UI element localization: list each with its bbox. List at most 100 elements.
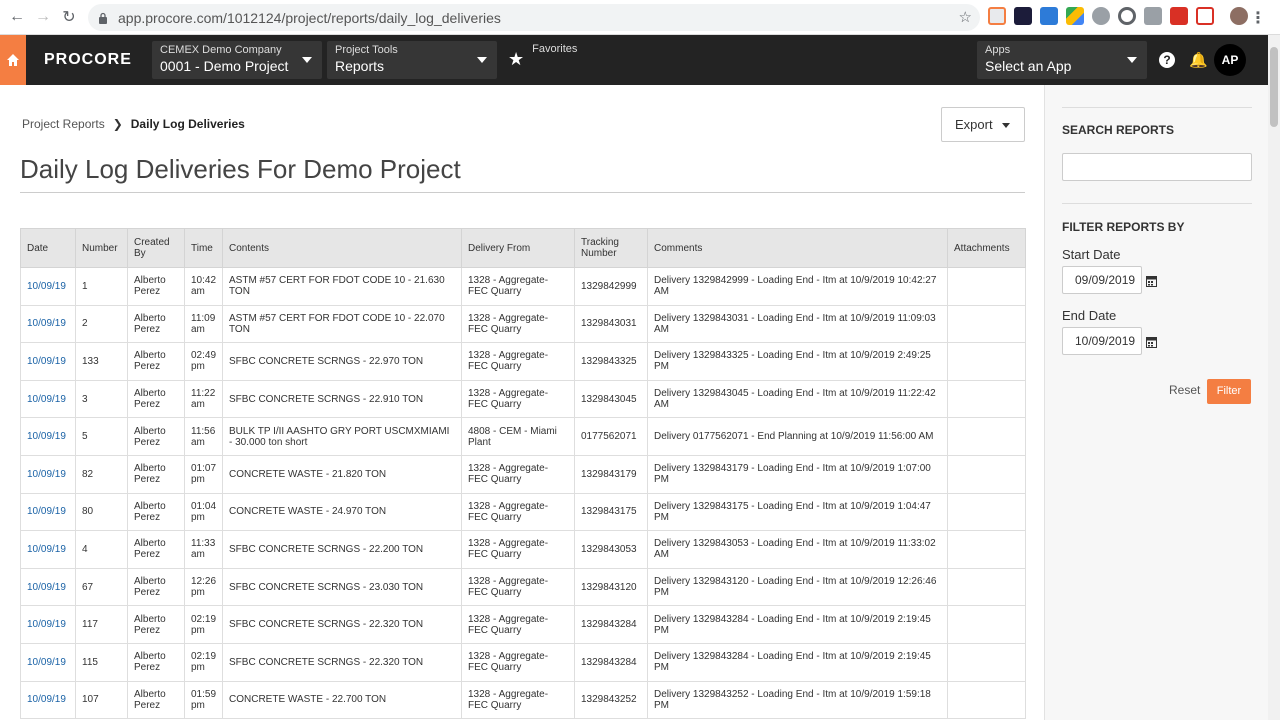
date-link[interactable]: 10/09/19 xyxy=(27,281,66,292)
date-cell: 10/09/19 xyxy=(20,605,76,644)
browser-menu-icon[interactable]: ⋮ xyxy=(1250,8,1266,28)
chevron-right-icon: ❯ xyxy=(112,117,123,131)
date-link[interactable]: 10/09/19 xyxy=(27,356,66,367)
page-scrollbar[interactable] xyxy=(1268,35,1280,720)
delivery-from-cell: 1328 - Aggregate-FEC Quarry xyxy=(461,342,575,381)
reset-link[interactable]: Reset xyxy=(1169,383,1200,397)
end-date-label: End Date xyxy=(1062,308,1117,323)
attachments-cell xyxy=(947,267,1026,306)
number-cell: 115 xyxy=(75,642,128,682)
extension-icon[interactable] xyxy=(1170,7,1188,25)
search-reports-input[interactable] xyxy=(1062,153,1252,181)
delivery-from-cell: 1328 - Aggregate-FEC Quarry xyxy=(461,605,575,644)
comments-cell: Delivery 1329843120 - Loading End - Itm … xyxy=(647,567,948,607)
column-header[interactable]: Date xyxy=(20,228,76,268)
extension-icon[interactable] xyxy=(1014,7,1032,25)
date-link[interactable]: 10/09/19 xyxy=(27,694,66,705)
comments-cell: Delivery 1329843175 - Loading End - Itm … xyxy=(647,492,948,532)
number-cell: 133 xyxy=(75,342,128,381)
user-avatar[interactable]: AP xyxy=(1214,44,1246,76)
app-selector[interactable]: Apps Select an App xyxy=(977,41,1147,79)
tools-value: Reports xyxy=(335,58,385,74)
time-cell: 02:19 pm xyxy=(184,642,223,682)
drive-icon[interactable] xyxy=(1066,7,1084,25)
reload-icon[interactable]: ↻ xyxy=(56,4,82,30)
column-header[interactable]: Contents xyxy=(222,228,462,268)
time-cell: 02:49 pm xyxy=(184,342,223,381)
extension-icon[interactable] xyxy=(1196,7,1214,25)
date-link[interactable]: 10/09/19 xyxy=(27,506,66,517)
created-by-cell: Alberto Perez xyxy=(127,342,185,381)
start-date-input[interactable]: 09/09/2019 xyxy=(1062,266,1142,294)
number-cell: 1 xyxy=(75,267,128,306)
filter-button[interactable]: Filter xyxy=(1207,379,1251,404)
date-link[interactable]: 10/09/19 xyxy=(27,582,66,593)
extension-icon[interactable] xyxy=(1092,7,1110,25)
date-link[interactable]: 10/09/19 xyxy=(27,619,66,630)
table-row: 10/09/19 117 Alberto Perez 02:19 pm SFBC CON… xyxy=(20,605,1026,644)
calendar-icon[interactable] xyxy=(1146,275,1157,287)
tracking-number-cell: 1329843325 xyxy=(574,342,648,381)
table-row: 10/09/19 67 Alberto Perez 12:26 pm SFBC CONC… xyxy=(20,567,1026,607)
end-date-input[interactable]: 10/09/2019 xyxy=(1062,327,1142,355)
contents-cell: SFBC CONCRETE SCRNGS - 22.200 TON xyxy=(222,530,462,569)
export-label: Export xyxy=(955,117,993,132)
column-header[interactable]: Delivery From xyxy=(461,228,575,268)
extension-icon[interactable] xyxy=(1118,7,1136,25)
deliveries-table: Date Number Created By Time Contents Del… xyxy=(20,228,1026,720)
tracking-number-cell: 1329843045 xyxy=(574,379,648,419)
forward-arrow-icon[interactable]: → xyxy=(30,4,56,30)
help-icon[interactable]: ? xyxy=(1159,52,1175,68)
contents-cell: CONCRETE WASTE - 21.820 TON xyxy=(222,454,462,494)
created-by-cell: Alberto Perez xyxy=(127,267,185,306)
date-link[interactable]: 10/09/19 xyxy=(27,431,66,442)
comments-cell: Delivery 1329843284 - Loading End - Itm … xyxy=(647,605,948,644)
project-selector[interactable]: CEMEX Demo Company 0001 - Demo Project xyxy=(152,41,322,79)
tracking-number-cell: 1329843120 xyxy=(574,567,648,607)
address-bar[interactable]: app.procore.com/1012124/project/reports/… xyxy=(88,4,980,31)
page-title: Daily Log Deliveries For Demo Project xyxy=(20,154,461,184)
favorites-menu[interactable]: ★ Favorites xyxy=(508,43,577,70)
procore-logo[interactable]: PROCORE xyxy=(44,51,132,69)
created-by-cell: Alberto Perez xyxy=(127,530,185,569)
column-header[interactable]: Tracking Number xyxy=(574,228,648,268)
breadcrumb-project-reports[interactable]: Project Reports xyxy=(22,117,105,131)
comments-cell: Delivery 1329843325 - Loading End - Itm … xyxy=(647,342,948,381)
column-header[interactable]: Attachments xyxy=(947,228,1026,268)
attachments-cell xyxy=(947,454,1026,494)
export-button[interactable]: Export xyxy=(941,107,1025,142)
bookmark-star-icon[interactable]: ☆ xyxy=(959,8,972,26)
date-cell: 10/09/19 xyxy=(20,417,76,456)
project-label: 0001 - Demo Project xyxy=(160,58,289,74)
time-cell: 01:59 pm xyxy=(184,680,223,720)
date-link[interactable]: 10/09/19 xyxy=(27,544,66,555)
calendar-icon[interactable] xyxy=(1146,336,1157,348)
created-by-cell: Alberto Perez xyxy=(127,454,185,494)
column-header[interactable]: Time xyxy=(184,228,223,268)
attachments-cell xyxy=(947,304,1026,344)
home-button[interactable] xyxy=(0,35,26,85)
extension-icon[interactable] xyxy=(1040,7,1058,25)
tool-selector[interactable]: Project Tools Reports xyxy=(327,41,497,79)
delivery-from-cell: 4808 - CEM - Miami Plant xyxy=(461,417,575,456)
sidebar-divider xyxy=(1062,203,1252,204)
date-link[interactable]: 10/09/19 xyxy=(27,394,66,405)
created-by-cell: Alberto Perez xyxy=(127,605,185,644)
profile-avatar-icon[interactable] xyxy=(1230,7,1248,25)
column-header[interactable]: Comments xyxy=(647,228,948,268)
notification-bell-icon[interactable]: 🔔 xyxy=(1189,51,1208,69)
column-header[interactable]: Number xyxy=(75,228,128,268)
date-link[interactable]: 10/09/19 xyxy=(27,657,66,668)
extension-icon[interactable] xyxy=(988,7,1006,25)
date-link[interactable]: 10/09/19 xyxy=(27,318,66,329)
delivery-from-cell: 1328 - Aggregate-FEC Quarry xyxy=(461,567,575,607)
number-cell: 82 xyxy=(75,454,128,494)
tracking-number-cell: 1329842999 xyxy=(574,267,648,306)
scrollbar-thumb[interactable] xyxy=(1270,47,1278,127)
back-arrow-icon[interactable]: ← xyxy=(4,4,30,30)
comments-cell: Delivery 1329843045 - Loading End - Itm … xyxy=(647,379,948,419)
extension-icon[interactable] xyxy=(1144,7,1162,25)
search-reports-heading: SEARCH REPORTS xyxy=(1062,123,1175,137)
date-link[interactable]: 10/09/19 xyxy=(27,469,66,480)
column-header[interactable]: Created By xyxy=(127,228,185,268)
